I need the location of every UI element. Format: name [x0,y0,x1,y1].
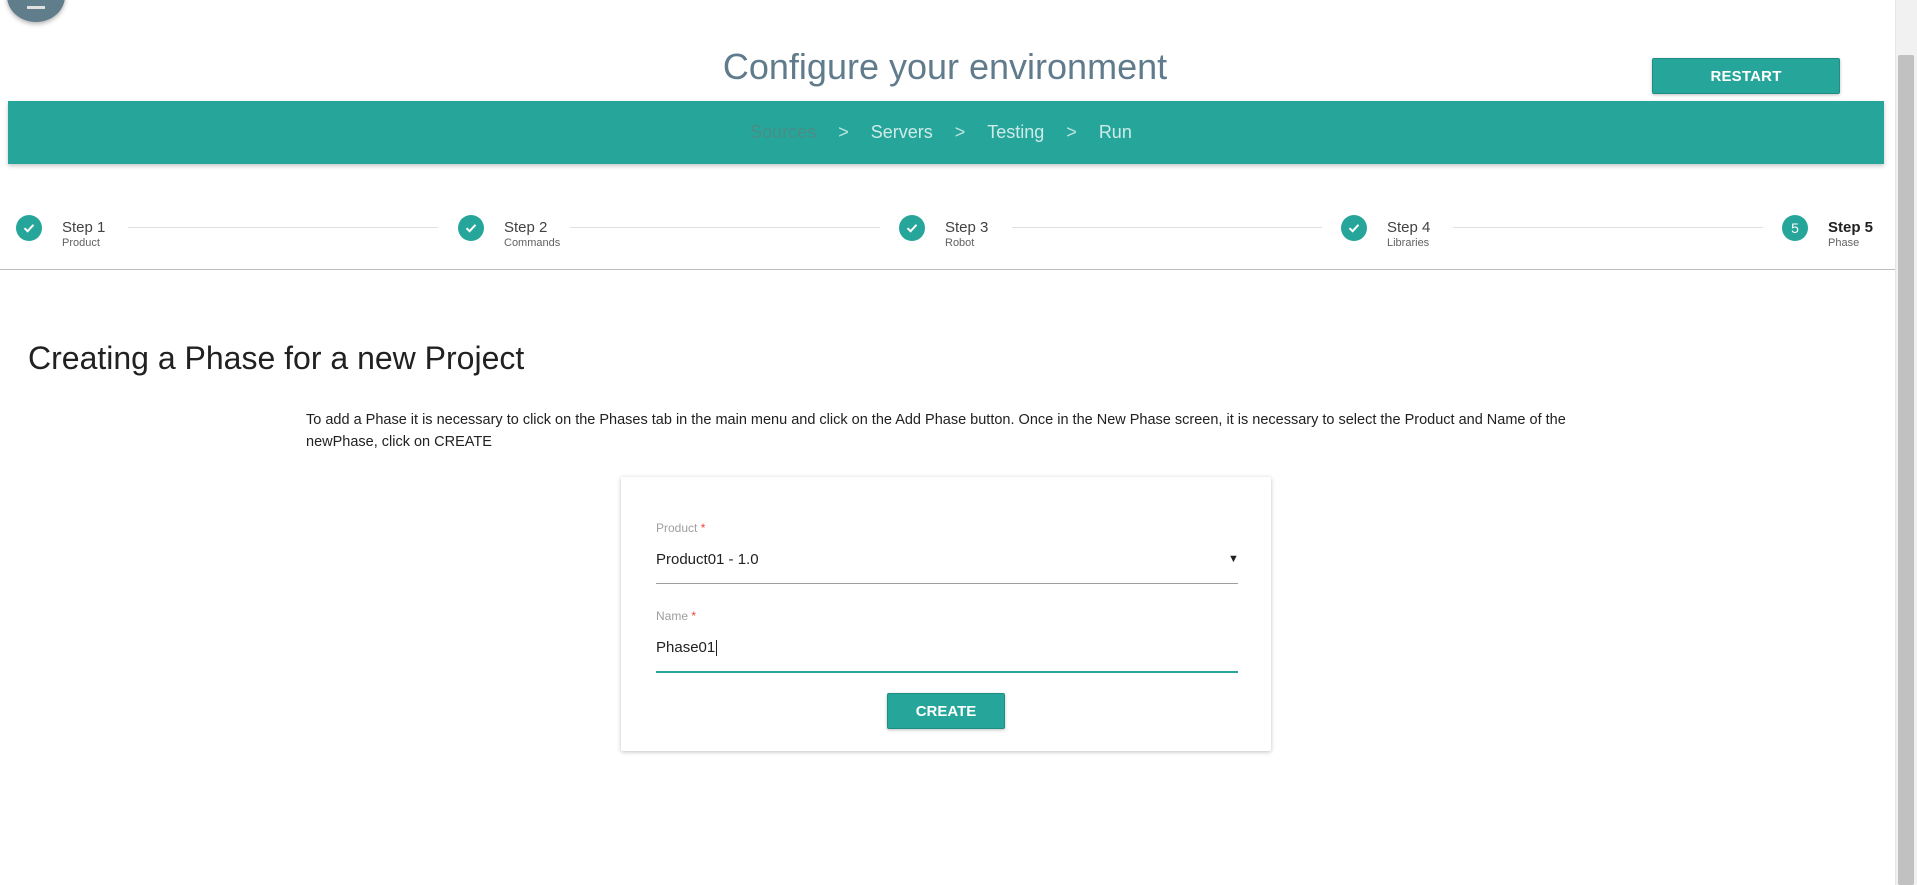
step-number: 5 [1782,215,1808,241]
menu-fab-button[interactable] [7,0,65,22]
step-title: Step 2 [504,219,548,236]
nav-item-run[interactable]: Run [1099,122,1132,143]
check-icon [1341,215,1367,241]
check-icon [899,215,925,241]
step-subtitle: Robot [945,237,975,249]
check-icon [16,215,42,241]
nav-item-servers[interactable]: Servers [871,122,933,143]
step-title: Step 3 [945,219,989,236]
section-heading: Creating a Phase for a new Project [28,340,525,376]
step-title: Step 1 [62,219,106,236]
scrollbar-thumb[interactable] [1898,55,1914,885]
step-connector [570,227,880,228]
create-button[interactable]: CREATE [887,693,1005,729]
name-label: Name * [656,609,697,623]
step-subtitle: Libraries [1387,237,1430,249]
step-connector [1012,227,1322,228]
step-connector [1453,227,1763,228]
product-select-underline [656,583,1238,584]
nav-item-testing[interactable]: Testing [987,122,1044,143]
stepper: Step 1 Product Step 2 Commands Step 3 Ro… [0,200,1895,270]
nav-item-sources[interactable]: Sources [750,122,816,143]
product-select-value: Product01 - 1.0 [656,551,759,568]
chevron-right-icon: > [838,122,849,142]
step-title: Step 5 [1828,219,1874,236]
check-icon [458,215,484,241]
menu-icon [27,6,45,9]
chevron-right-icon: > [954,122,966,142]
restart-button[interactable]: RESTART [1652,58,1840,94]
step-subtitle: Product [62,237,100,249]
instructions-text: To add a Phase it is necessary to click … [306,412,1566,450]
page-title: Configure your environment [722,46,1168,87]
step-connector [128,227,438,228]
name-input-value: Phase01 [656,639,718,657]
new-phase-form: Product * Product01 - 1.0 ▼ Name * Phase… [621,477,1271,751]
step-title: Step 4 [1387,219,1431,236]
product-label: Product * [656,521,706,535]
wizard-nav-bar: Sources > Servers > Testing > Run [8,101,1884,164]
chevron-right-icon: > [1066,122,1077,142]
dropdown-arrow-icon: ▼ [1228,553,1239,565]
name-input-underline [656,671,1238,673]
step-subtitle: Commands [504,237,561,249]
step-subtitle: Phase [1828,237,1860,249]
